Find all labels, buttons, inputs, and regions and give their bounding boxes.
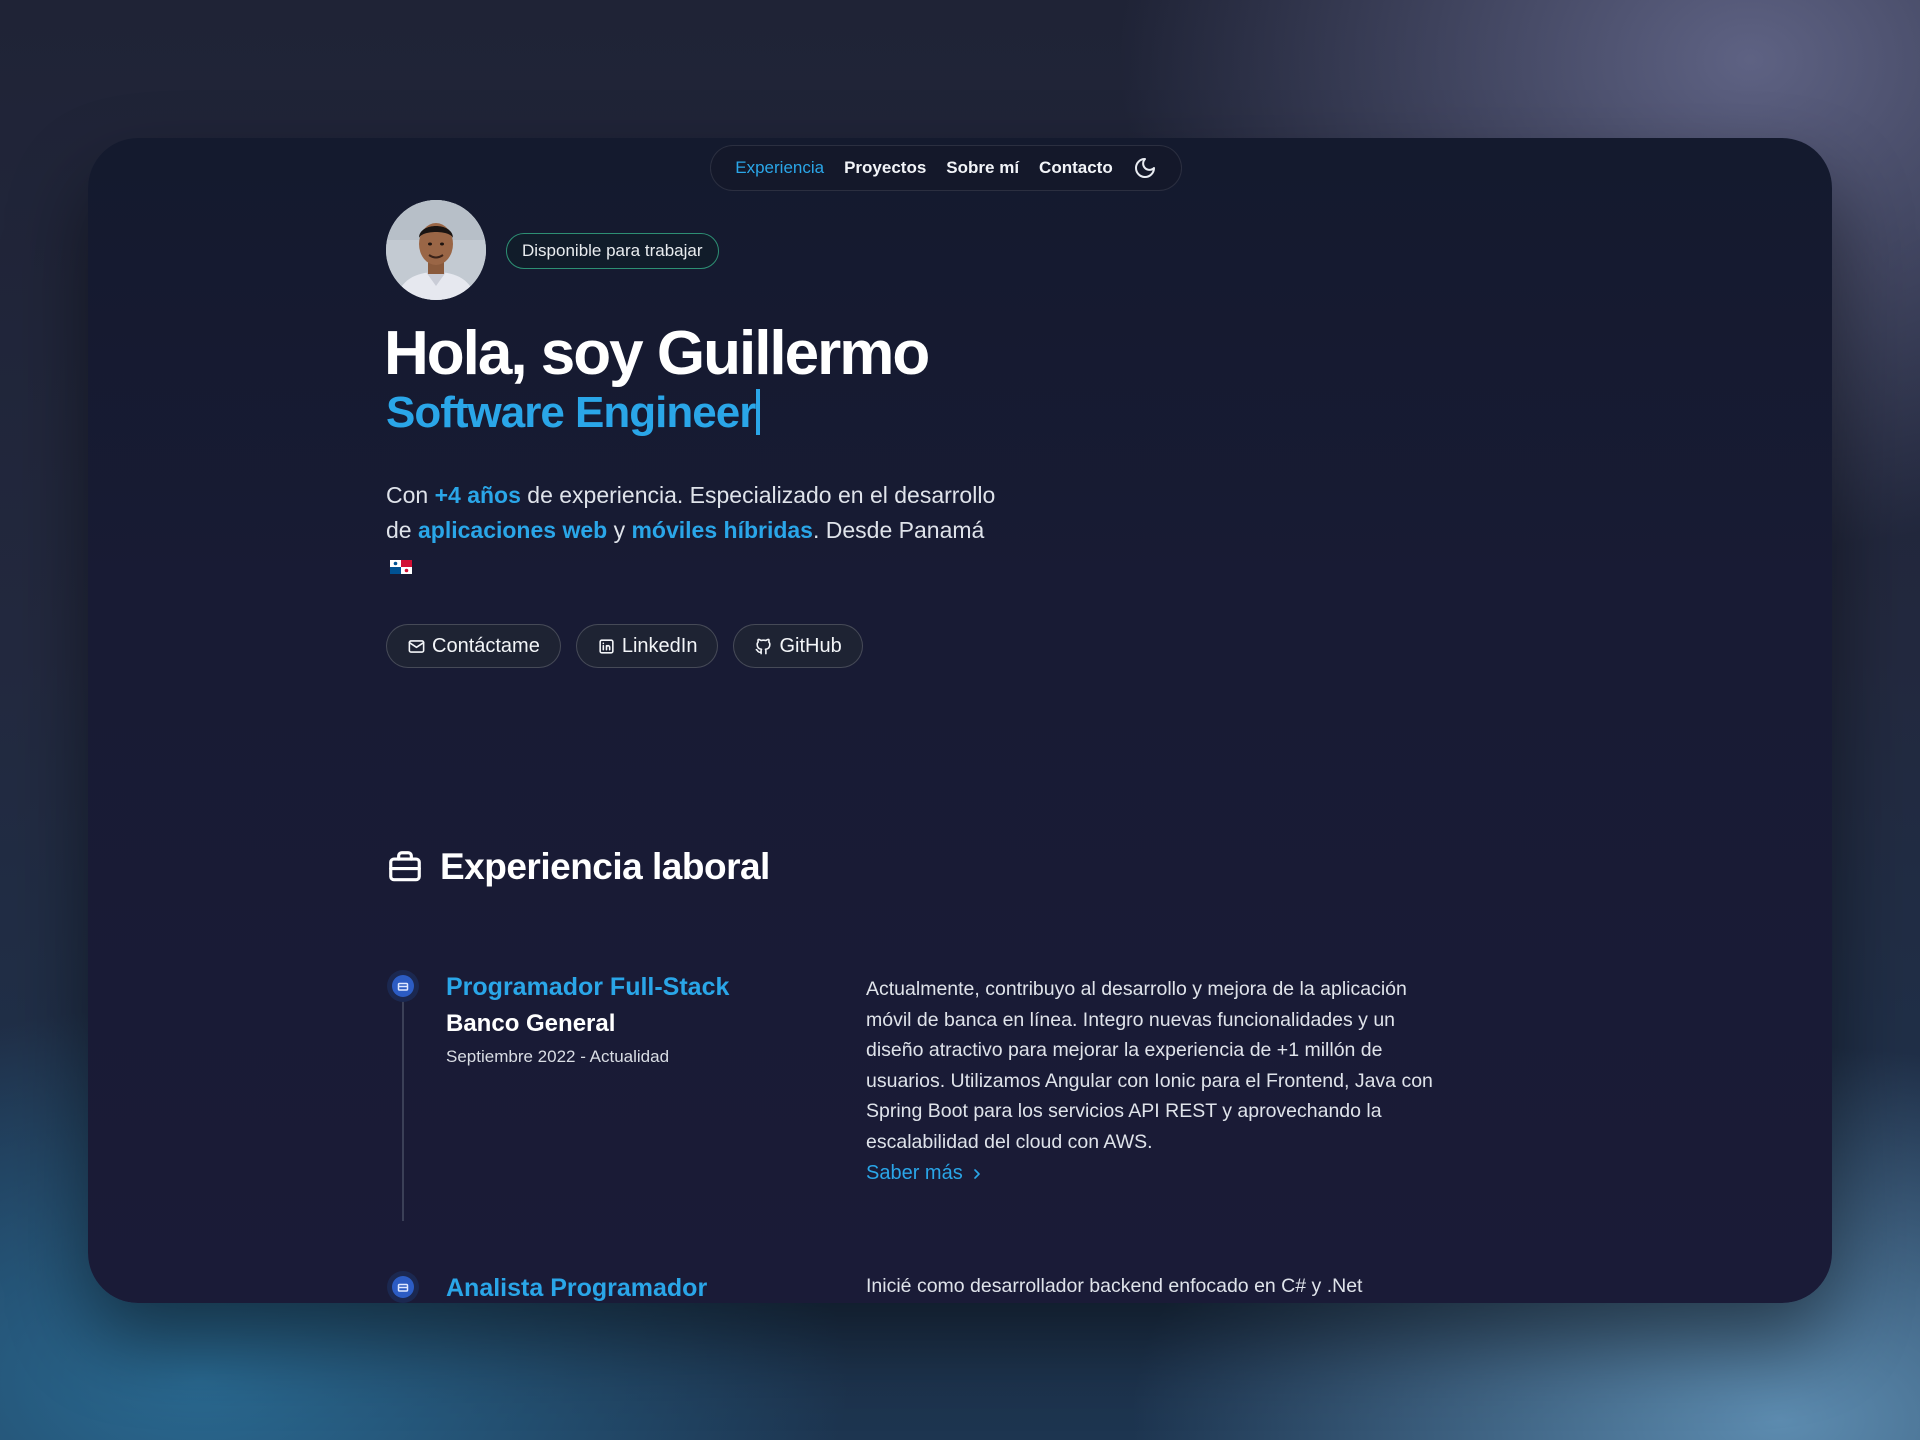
- panama-flag-icon: [390, 549, 412, 574]
- job-dates: Septiembre 2022 - Actualidad: [446, 1047, 670, 1066]
- saber-mas-label: Saber más: [866, 1162, 963, 1184]
- chevron-right-icon: [973, 1168, 980, 1179]
- mail-icon: [408, 639, 425, 653]
- timeline-dot-inner: [392, 1276, 414, 1298]
- role-subtitle: Software Engineer: [386, 388, 761, 438]
- job-title: Programador Full-Stack: [446, 973, 730, 1001]
- contact-button[interactable]: Contáctame: [386, 624, 561, 668]
- github-button[interactable]: GitHub: [733, 624, 863, 668]
- nav-link-sobre-mi[interactable]: Sobre mí: [946, 158, 1019, 178]
- contact-button-label: Contáctame: [432, 634, 540, 657]
- nav-link-experiencia[interactable]: Experiencia: [735, 158, 824, 178]
- timeline-dot: [387, 1271, 419, 1303]
- nav-link-contacto[interactable]: Contacto: [1039, 158, 1113, 178]
- avatar: [386, 200, 486, 300]
- intro-highlight-years: +4 años: [434, 482, 521, 508]
- role-text: Software Engineer: [386, 388, 756, 437]
- social-buttons: Contáctame LinkedIn GitHub: [386, 624, 863, 668]
- experience-title: Experiencia laboral: [440, 846, 770, 887]
- github-icon: [756, 638, 772, 654]
- experience-heading: Experiencia laboral: [386, 846, 770, 888]
- intro-text: Con: [386, 482, 435, 508]
- nav-link-proyectos[interactable]: Proyectos: [844, 158, 926, 178]
- top-nav: Experiencia Proyectos Sobre mí Contacto: [710, 145, 1182, 191]
- timeline-dot-inner: [392, 975, 414, 997]
- saber-mas-link[interactable]: Saber más: [866, 1162, 985, 1185]
- github-button-label: GitHub: [779, 634, 842, 657]
- intro-paragraph: Con +4 años de experiencia. Especializad…: [386, 478, 1006, 583]
- linkedin-button[interactable]: LinkedIn: [575, 624, 719, 668]
- timeline-dot: [387, 970, 419, 1002]
- moon-icon[interactable]: [1133, 156, 1157, 180]
- page-title: Hola, soy Guillermo: [384, 319, 930, 388]
- status-badge: Disponible para trabajar: [506, 233, 719, 269]
- job-company: Banco General: [446, 1010, 616, 1037]
- timeline-line: [402, 986, 404, 1221]
- linkedin-icon: [599, 638, 614, 654]
- briefcase-icon: [397, 1283, 409, 1292]
- intro-text: . Desde Panamá: [812, 517, 985, 543]
- intro-highlight-mobile: móviles híbridas: [631, 517, 813, 543]
- job-title: Analista Programador: [446, 1274, 708, 1302]
- job-description: Inicié como desarrollador backend enfoca…: [866, 1275, 1363, 1297]
- intro-highlight-web: aplicaciones web: [417, 517, 608, 543]
- browser-window: Experiencia Proyectos Sobre mí Contacto …: [88, 138, 1832, 1303]
- typing-caret: [756, 389, 761, 435]
- linkedin-button-label: LinkedIn: [621, 634, 698, 657]
- job-description: Actualmente, contribuyo al desarrollo y …: [866, 978, 1433, 1153]
- briefcase-icon: [389, 851, 421, 882]
- intro-text: y: [607, 517, 632, 543]
- briefcase-icon: [397, 982, 409, 991]
